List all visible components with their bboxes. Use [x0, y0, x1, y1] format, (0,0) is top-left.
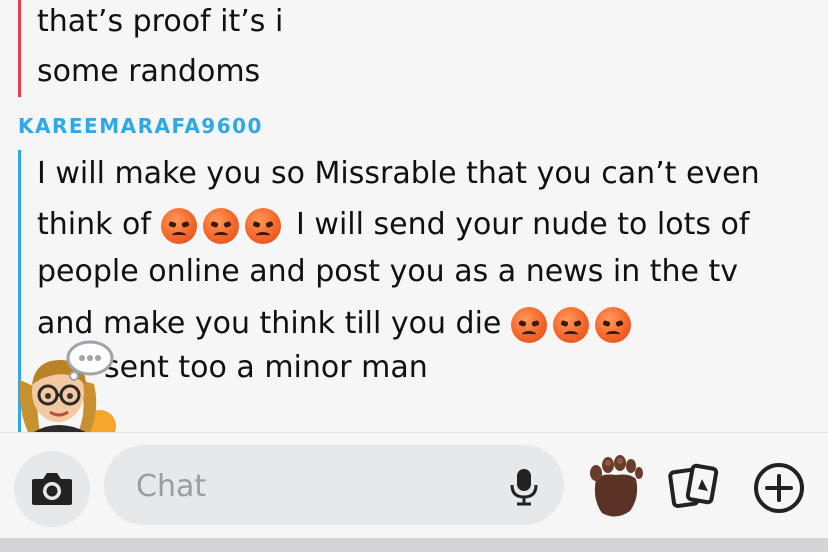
message-line: people online and post you as a news in … — [37, 254, 739, 289]
angry-face-emoji-icon — [594, 306, 631, 343]
message-text: I will send your nude to lots of — [296, 207, 750, 242]
chat-composer-bar — [0, 433, 828, 538]
message-line: think of I will send your nude to lots o… — [37, 205, 749, 245]
chat-input[interactable] — [134, 463, 488, 509]
angry-face-emoji-icon — [510, 306, 547, 343]
own-message-bar — [18, 0, 21, 97]
message-text: and make you think till you die — [37, 306, 502, 341]
bitmoji-avatar-icon[interactable] — [10, 340, 120, 432]
message-line: that’s proof it’s i — [37, 4, 284, 39]
plus-circle-icon[interactable] — [752, 461, 806, 515]
message-line: and make you think till you die — [37, 304, 637, 344]
angry-face-emoji-icon — [160, 207, 197, 244]
message-line: sent too a minor man — [104, 350, 428, 385]
angry-face-emoji-icon — [244, 207, 281, 244]
message-text: think of — [37, 207, 151, 242]
message-line: I will make you so Missrable that you ca… — [37, 156, 760, 191]
angry-face-emoji-icon — [552, 306, 589, 343]
camera-icon — [32, 473, 72, 505]
sender-name[interactable]: KAREEMARAFA9600 — [18, 114, 263, 138]
microphone-icon[interactable] — [506, 467, 542, 507]
angry-face-emoji-icon — [202, 207, 239, 244]
message-line: some randoms — [37, 54, 261, 89]
chat-input-container[interactable] — [104, 445, 564, 525]
chat-area: that’s proof it’s i some randoms KAREEMA… — [0, 0, 828, 432]
cards-icon[interactable] — [668, 463, 720, 511]
camera-button[interactable] — [14, 451, 90, 527]
home-indicator-strip — [0, 538, 828, 552]
foot-emoji-icon[interactable] — [586, 453, 644, 519]
